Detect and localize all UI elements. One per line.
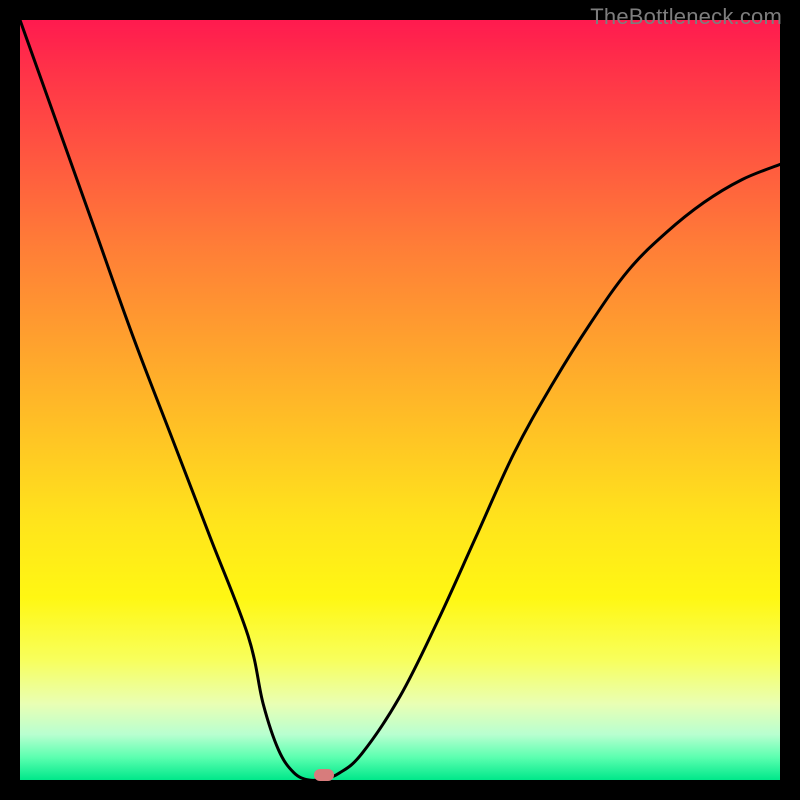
minimum-marker bbox=[314, 769, 334, 781]
watermark-text: TheBottleneck.com bbox=[590, 4, 782, 30]
bottleneck-curve bbox=[20, 20, 780, 780]
